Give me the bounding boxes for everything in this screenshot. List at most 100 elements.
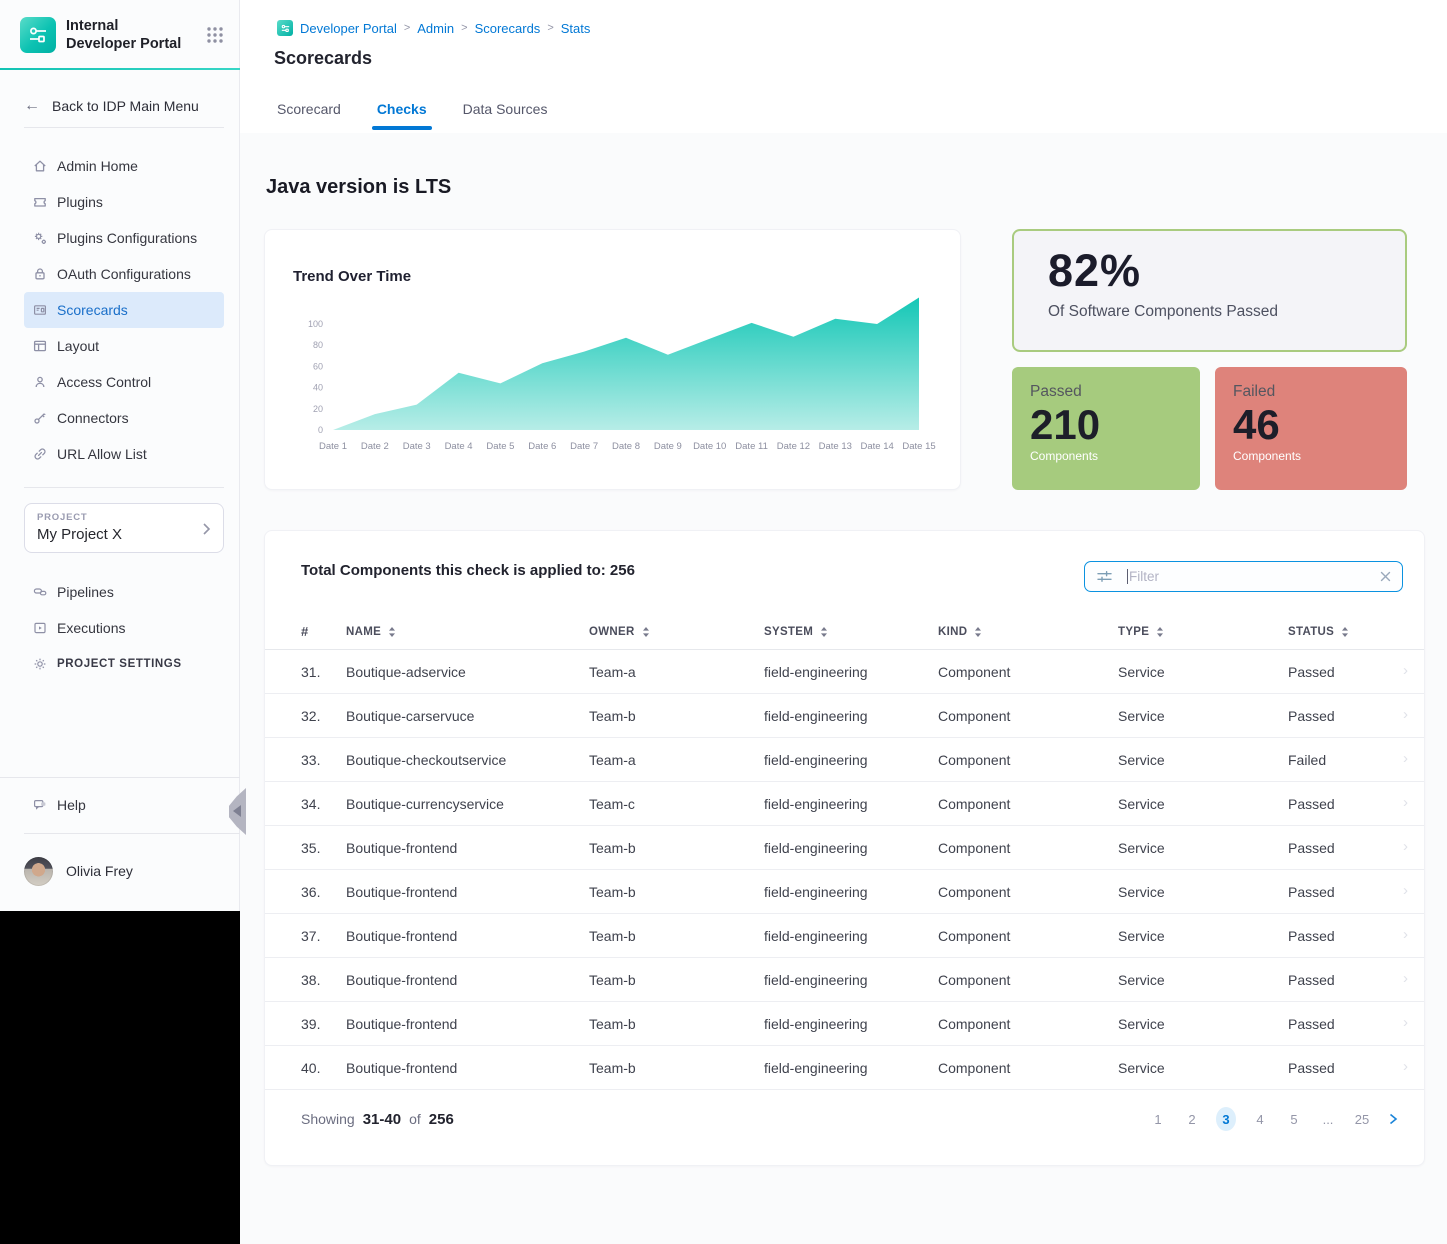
check-title: Java version is LTS	[266, 176, 451, 199]
project-selector[interactable]: PROJECT My Project X	[24, 503, 224, 553]
breadcrumb-separator: >	[461, 22, 467, 34]
failed-card: Failed 46 Components	[1215, 367, 1407, 490]
filter-sliders-icon[interactable]	[1096, 568, 1113, 585]
column-header-type[interactable]: TYPE	[1118, 626, 1288, 638]
idp-mini-logo-icon	[277, 20, 293, 36]
sidebar-item-oauth-configurations[interactable]: OAuth Configurations	[24, 256, 224, 292]
next-page-button[interactable]	[1386, 1111, 1400, 1127]
svg-text:Date 2: Date 2	[361, 441, 389, 452]
app-launcher-grid-icon[interactable]	[205, 25, 225, 45]
tab-data-sources[interactable]: Data Sources	[463, 101, 548, 130]
status-value: Failed	[1288, 752, 1402, 768]
svg-text:20: 20	[313, 404, 323, 414]
tab-checks[interactable]: Checks	[377, 101, 427, 130]
table-row[interactable]: 39.Boutique-frontendTeam-bfield-engineer…	[265, 1002, 1424, 1046]
table-row[interactable]: 32.Boutique-carservuceTeam-bfield-engine…	[265, 694, 1424, 738]
sidebar-item-plugins-configurations[interactable]: Plugins Configurations	[24, 220, 224, 256]
page-ellipsis: ...	[1318, 1107, 1338, 1131]
tab-scorecard[interactable]: Scorecard	[277, 101, 341, 130]
sidebar-item-project-settings[interactable]: PROJECT SETTINGS	[24, 646, 224, 682]
svg-text:40: 40	[313, 383, 323, 393]
chevron-right-icon: ›	[1403, 970, 1408, 987]
trend-chart-card: Trend Over Time 020406080100Date 1Date 2…	[264, 229, 961, 490]
gear-icon	[32, 656, 48, 672]
chevron-right-icon: ›	[1403, 750, 1408, 767]
table-row[interactable]: 38.Boutique-frontendTeam-bfield-engineer…	[265, 958, 1424, 1002]
table-caption: Total Components this check is applied t…	[301, 562, 635, 579]
column-header-status[interactable]: STATUS	[1288, 626, 1402, 638]
chevron-right-icon: ›	[1403, 662, 1408, 679]
page-3-active[interactable]: 3	[1216, 1107, 1236, 1131]
executions-icon	[32, 620, 48, 636]
page-5[interactable]: 5	[1284, 1107, 1304, 1131]
divider	[24, 487, 224, 488]
table-header-row: # NAME OWNER SYSTEM KIND TYPE STATUS	[265, 614, 1424, 650]
pass-rate-percent: 82%	[1048, 245, 1371, 297]
filter-input[interactable]	[1129, 569, 1379, 584]
breadcrumb-scorecards[interactable]: Scorecards	[475, 21, 541, 36]
page-1[interactable]: 1	[1148, 1107, 1168, 1131]
chevron-right-icon: ›	[1403, 1058, 1408, 1075]
chevron-right-icon: ›	[1403, 838, 1408, 855]
gears-icon	[32, 230, 48, 246]
column-header-kind[interactable]: KIND	[938, 626, 1118, 638]
filter-box[interactable]	[1084, 561, 1403, 592]
breadcrumb-stats[interactable]: Stats	[561, 21, 591, 36]
table-row[interactable]: 33.Boutique-checkoutserviceTeam-afield-e…	[265, 738, 1424, 782]
sidebar-item-layout[interactable]: Layout	[24, 328, 224, 364]
layout-icon	[32, 338, 48, 354]
page-25[interactable]: 25	[1352, 1107, 1372, 1131]
chevron-right-icon: ›	[1403, 926, 1408, 943]
svg-text:Date 9: Date 9	[654, 441, 682, 452]
column-header-name[interactable]: NAME	[346, 626, 589, 638]
svg-text:Date 10: Date 10	[693, 441, 726, 452]
page-header: Developer Portal > Admin > Scorecards > …	[240, 0, 1447, 133]
table-row[interactable]: 40.Boutique-frontendTeam-bfield-engineer…	[265, 1046, 1424, 1090]
status-value: Passed	[1288, 884, 1402, 900]
connector-key-icon	[32, 410, 48, 426]
home-icon	[32, 158, 48, 174]
clear-filter-icon[interactable]	[1379, 570, 1392, 583]
table-row[interactable]: 36.Boutique-frontendTeam-bfield-engineer…	[265, 870, 1424, 914]
back-to-idp-link[interactable]: ← Back to IDP Main Menu	[24, 92, 199, 120]
chevron-right-icon: ›	[1403, 1014, 1408, 1031]
svg-text:60: 60	[313, 361, 323, 371]
sidebar-item-admin-home[interactable]: Admin Home	[24, 148, 224, 184]
components-table-card: Total Components this check is applied t…	[264, 530, 1425, 1166]
svg-text:Date 11: Date 11	[735, 441, 768, 452]
page-2[interactable]: 2	[1182, 1107, 1202, 1131]
page-title: Scorecards	[274, 48, 372, 69]
table-row[interactable]: 37.Boutique-frontendTeam-bfield-engineer…	[265, 914, 1424, 958]
back-arrow-icon: ←	[24, 97, 40, 115]
user-profile[interactable]: Olivia Frey	[24, 855, 133, 887]
sidebar-item-pipelines[interactable]: Pipelines	[24, 574, 224, 610]
svg-text:Date 8: Date 8	[612, 441, 640, 452]
scorecard-icon	[32, 302, 48, 318]
sidebar-item-connectors[interactable]: Connectors	[24, 400, 224, 436]
column-header-index: #	[301, 624, 346, 639]
breadcrumb-separator: >	[547, 22, 553, 34]
passed-unit: Components	[1030, 449, 1182, 463]
idp-logo-icon	[20, 17, 56, 53]
table-row[interactable]: 31.Boutique-adserviceTeam-afield-enginee…	[265, 650, 1424, 694]
table-row[interactable]: 35.Boutique-frontendTeam-bfield-engineer…	[265, 826, 1424, 870]
sidebar-item-executions[interactable]: Executions	[24, 610, 224, 646]
sidebar-item-plugins[interactable]: Plugins	[24, 184, 224, 220]
breadcrumb-admin[interactable]: Admin	[417, 21, 454, 36]
sidebar-item-scorecards[interactable]: Scorecards	[24, 292, 224, 328]
sidebar-item-access-control[interactable]: Access Control	[24, 364, 224, 400]
main-area: Developer Portal > Admin > Scorecards > …	[240, 0, 1447, 1244]
breadcrumb-developer-portal[interactable]: Developer Portal	[300, 21, 397, 36]
column-header-system[interactable]: SYSTEM	[764, 626, 938, 638]
sidebar-item-url-allow-list[interactable]: URL Allow List	[24, 436, 224, 472]
sort-icon	[642, 626, 650, 638]
status-value: Passed	[1288, 796, 1402, 812]
sort-icon	[1341, 626, 1349, 638]
help-button[interactable]: Help	[24, 791, 86, 819]
black-filler	[0, 911, 240, 1244]
column-header-owner[interactable]: OWNER	[589, 626, 764, 638]
table-row[interactable]: 34.Boutique-currencyserviceTeam-cfield-e…	[265, 782, 1424, 826]
page-4[interactable]: 4	[1250, 1107, 1270, 1131]
status-value: Passed	[1288, 928, 1402, 944]
table-body: 31.Boutique-adserviceTeam-afield-enginee…	[265, 650, 1424, 1090]
